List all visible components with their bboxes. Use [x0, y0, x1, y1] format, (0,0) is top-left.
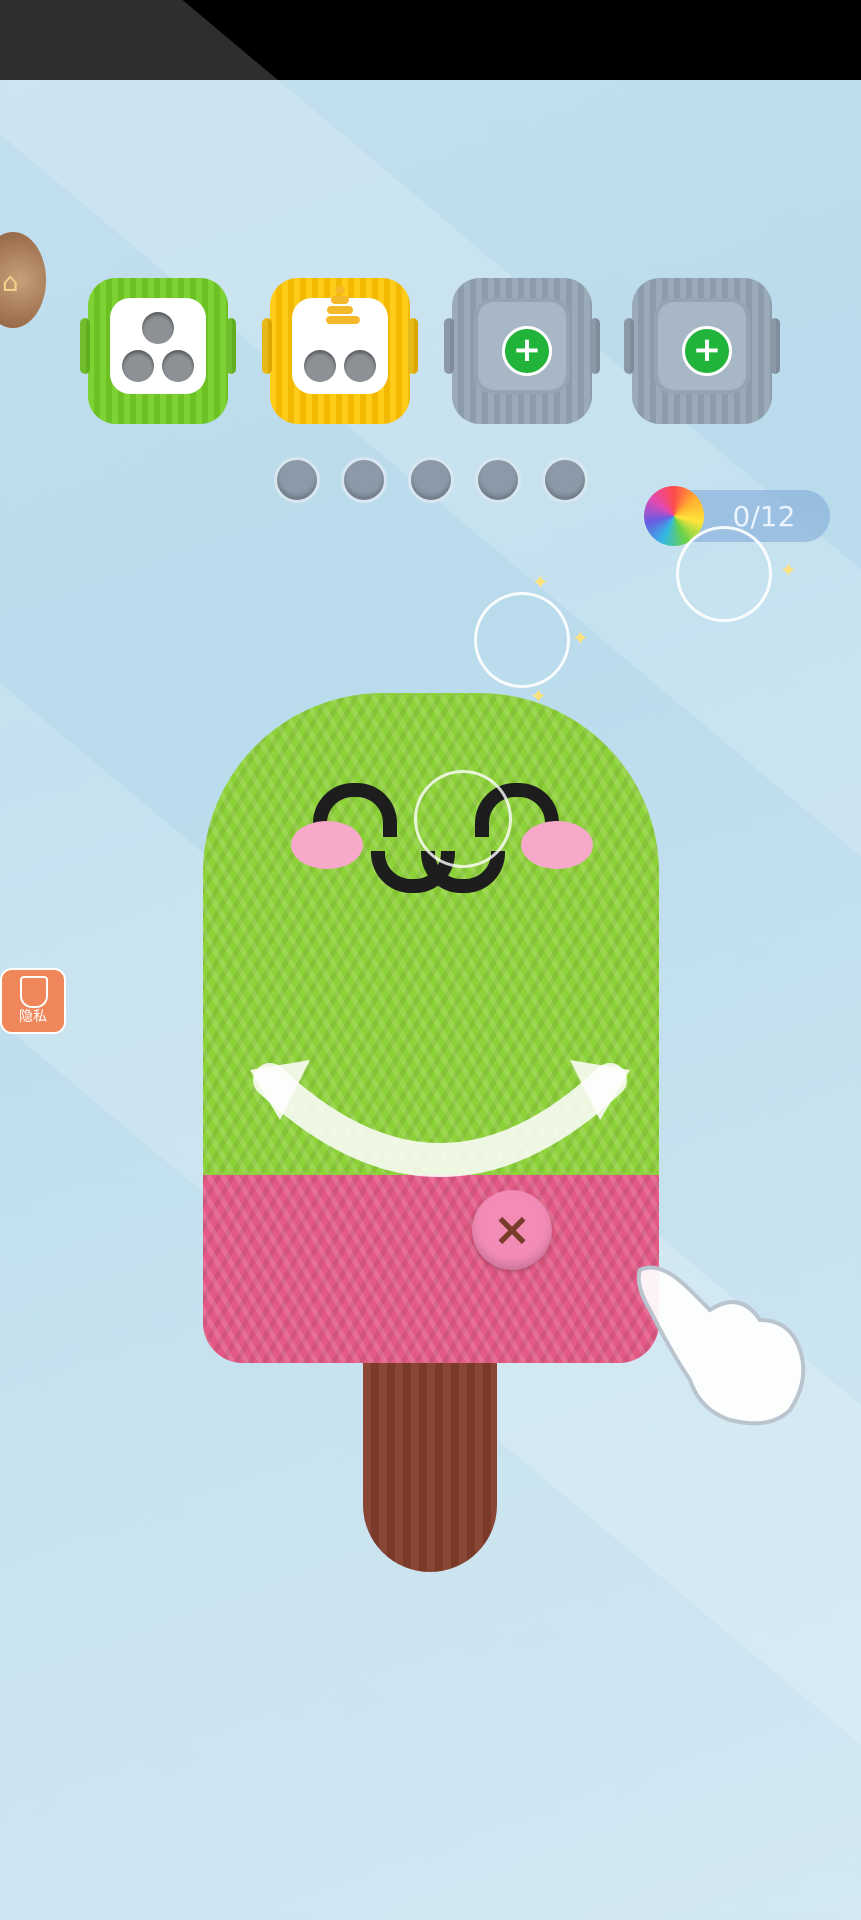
slot-4-locked[interactable]: + [632, 278, 772, 424]
queue-dot[interactable] [341, 457, 387, 503]
slot-3-locked[interactable]: + [452, 278, 592, 424]
slot-tray: + [654, 298, 750, 394]
slot-tray [292, 286, 388, 394]
slot-hole [122, 350, 154, 382]
treasure-chest-icon: ⌂ [2, 268, 19, 298]
sparkle-icon: ✦ [572, 626, 589, 650]
left-cheek [291, 821, 363, 869]
slot-2[interactable] [270, 278, 410, 424]
plus-icon[interactable]: + [502, 326, 552, 376]
slot-tray: + [474, 298, 570, 394]
slot-tray [110, 298, 206, 394]
queue-dot[interactable] [542, 457, 588, 503]
button-symbol: × [492, 1202, 532, 1256]
popsicle-stick [363, 1340, 497, 1572]
slot-hole [344, 350, 376, 382]
queue-dot[interactable] [408, 457, 454, 503]
privacy-button[interactable]: 隐私 [0, 968, 66, 1034]
privacy-label: 隐私 [19, 1009, 47, 1025]
slot-hole [142, 312, 174, 344]
sparkle-ring [676, 526, 772, 622]
right-cheek [521, 821, 593, 869]
sparkle-icon: ✦ [780, 558, 797, 582]
slot-1[interactable] [88, 278, 228, 424]
queue-dot[interactable] [274, 457, 320, 503]
popsicle-button[interactable]: × [472, 1190, 552, 1270]
shield-icon [20, 976, 48, 1008]
slot-hole [304, 350, 336, 382]
sparkle-icon: ✦ [532, 570, 549, 594]
sparkle-ring [474, 592, 570, 688]
plus-icon[interactable]: + [682, 326, 732, 376]
queue-dot[interactable] [475, 457, 521, 503]
yarn-spool-icon [326, 286, 360, 330]
sparkle-ring [414, 770, 512, 868]
slot-hole [162, 350, 194, 382]
curved-arrow-icon [250, 1060, 630, 1177]
treasure-chest-button[interactable]: ⌂ [0, 232, 46, 328]
hand-pointer-icon [636, 1265, 806, 1426]
